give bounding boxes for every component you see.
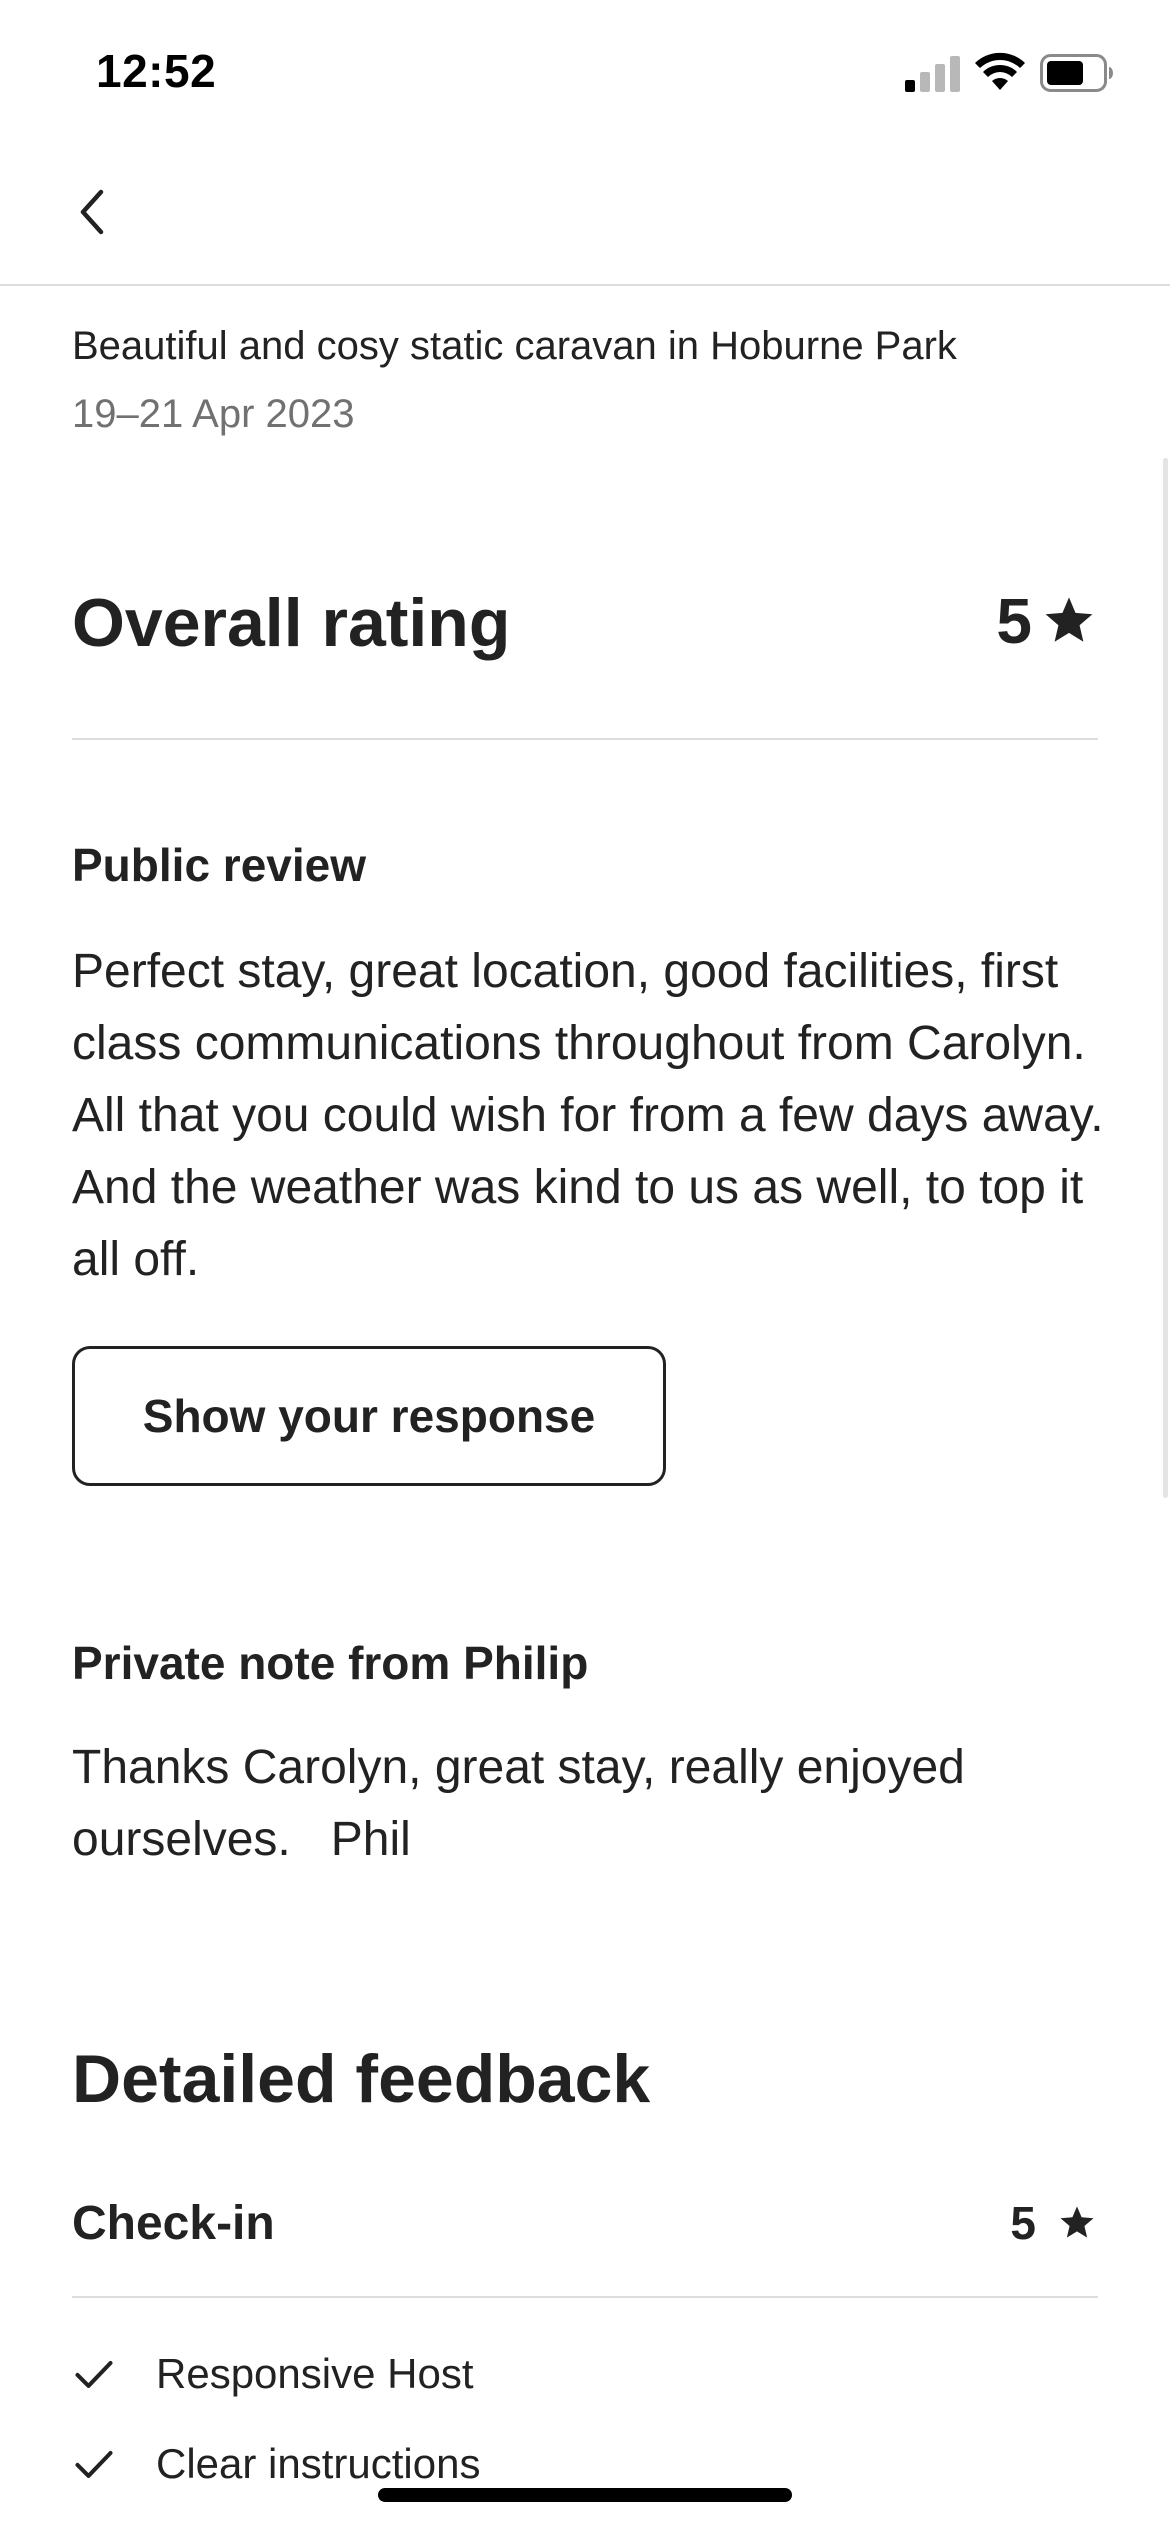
overall-rating-value: 5: [996, 584, 1096, 658]
category-divider: [72, 2296, 1098, 2298]
cellular-signal-icon: [905, 56, 961, 92]
public-review-text: Perfect stay, great location, good facil…: [72, 945, 1141, 1286]
star-icon: [1060, 2206, 1094, 2238]
overall-rating-number: 5: [996, 585, 1032, 657]
chevron-left-icon: [80, 189, 104, 235]
checkmark-icon: [75, 2450, 113, 2478]
star-icon: [1045, 597, 1093, 642]
feedback-item: Responsive Host: [72, 2350, 473, 2398]
feedback-item: Clear instructions: [72, 2440, 480, 2488]
public-review-heading: Public review: [72, 839, 367, 891]
wifi-icon: [974, 52, 1026, 92]
overall-rating-label: Overall rating: [72, 585, 511, 661]
back-button[interactable]: [64, 180, 120, 244]
header-divider: [0, 284, 1170, 286]
private-note-text: Thanks Carolyn, great stay, really enjoy…: [72, 1741, 979, 1866]
listing-dates: 19–21 Apr 2023: [72, 392, 355, 436]
private-note-heading: Private note from Philip: [72, 1637, 589, 1689]
status-time: 12:52: [96, 45, 217, 97]
checkmark-icon: [75, 2360, 113, 2388]
battery-icon: [1040, 54, 1114, 92]
detailed-feedback-heading: Detailed feedback: [72, 2041, 651, 2117]
feedback-item-label: Clear instructions: [156, 2440, 481, 2487]
show-response-button[interactable]: Show your response: [72, 1346, 666, 1486]
rating-divider: [72, 738, 1098, 740]
scrollbar[interactable]: [1163, 458, 1168, 1498]
category-rating-number: 5: [1010, 2197, 1036, 2249]
category-label-check-in: Check-in: [72, 2197, 275, 2250]
feedback-item-label: Responsive Host: [156, 2350, 474, 2397]
category-rating-check-in: 5: [1010, 2196, 1096, 2250]
listing-title: Beautiful and cosy static caravan in Hob…: [72, 324, 957, 368]
home-indicator[interactable]: [378, 2488, 792, 2502]
